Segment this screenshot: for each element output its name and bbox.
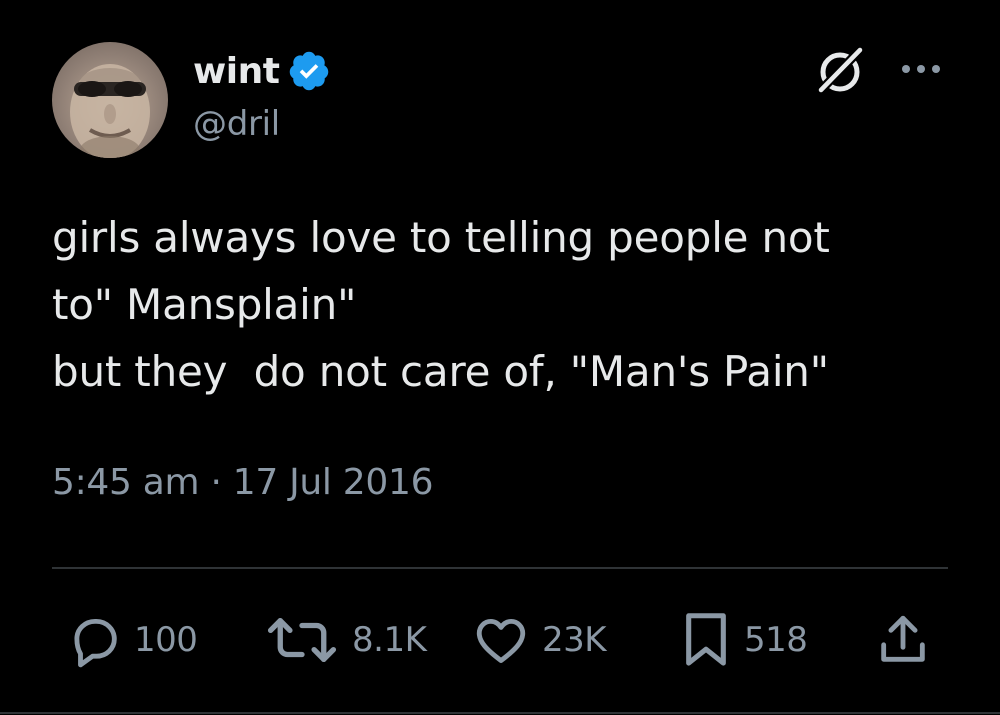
repost-button[interactable]: 8.1K — [262, 608, 427, 672]
author-display-name[interactable]: wint — [193, 51, 280, 92]
reply-button[interactable]: 100 — [66, 608, 198, 672]
repost-icon — [267, 618, 337, 662]
grok-icon[interactable] — [812, 42, 868, 98]
more-options-icon[interactable] — [898, 54, 944, 84]
verified-badge-icon[interactable] — [287, 49, 331, 93]
tweet-timestamp[interactable]: 5:45 am · 17 Jul 2016 — [52, 462, 434, 503]
reply-icon — [74, 618, 117, 668]
bottom-divider — [0, 712, 1000, 714]
tweet-text: girls always love to telling people not … — [52, 204, 972, 405]
tweet-text-line: but they do not care of, "Man's Pain" — [52, 347, 829, 396]
bookmark-count: 518 — [744, 620, 808, 660]
avatar[interactable] — [52, 42, 168, 158]
author-handle[interactable]: @dril — [193, 104, 280, 144]
share-button[interactable] — [874, 608, 932, 672]
tweet-card: wint @dril girls always love to telling … — [0, 0, 1000, 715]
repost-count: 8.1K — [352, 620, 427, 660]
action-bar: 100 8.1K 23K 518 — [0, 608, 1000, 672]
heart-icon — [476, 618, 526, 663]
avatar-photo — [70, 64, 150, 158]
reply-count: 100 — [134, 620, 198, 660]
tweet-text-line: to" Mansplain" — [52, 280, 357, 329]
author-name-row: wint — [193, 48, 331, 94]
divider — [52, 567, 948, 569]
tweet-text-line: girls always love to telling people not — [52, 213, 830, 262]
bookmark-icon — [686, 613, 726, 666]
like-count: 23K — [542, 620, 607, 660]
bookmark-button[interactable]: 518 — [678, 608, 808, 672]
like-button[interactable]: 23K — [470, 608, 607, 672]
share-icon — [881, 615, 925, 662]
